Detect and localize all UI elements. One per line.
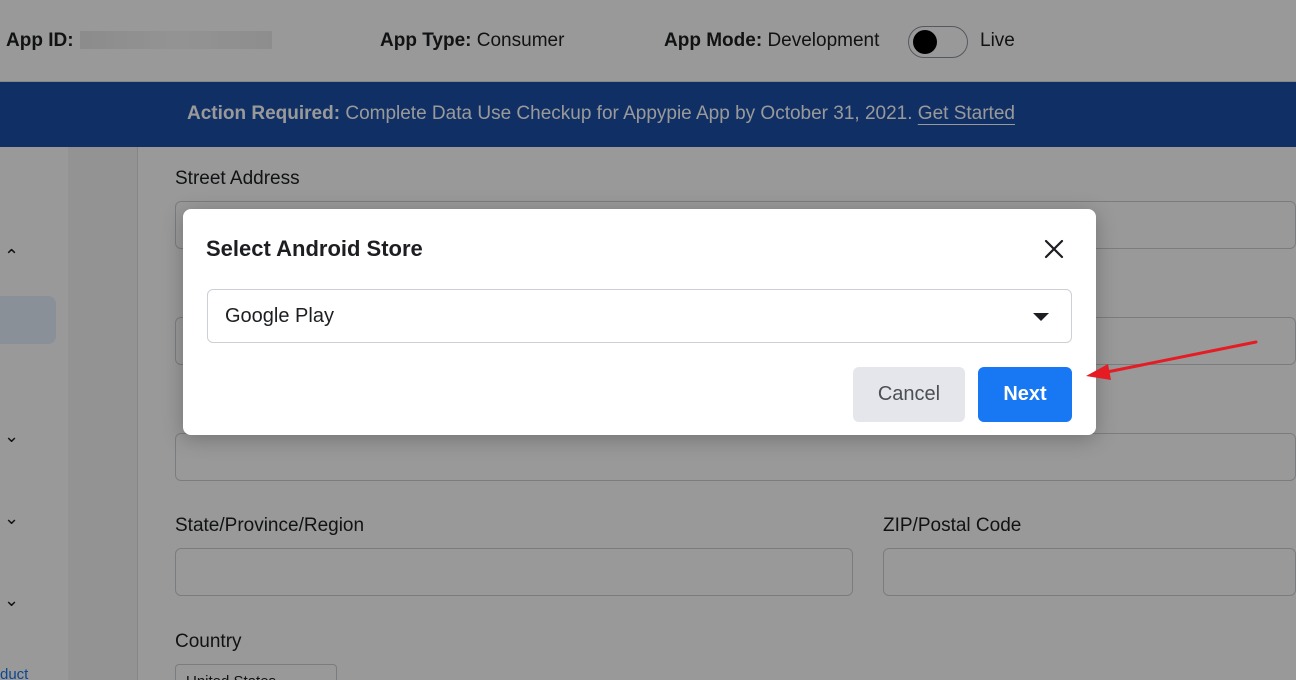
cancel-button[interactable]: Cancel xyxy=(853,367,965,422)
select-android-store-dialog: Select Android Store Google Play Cancel … xyxy=(183,209,1096,435)
dialog-title: Select Android Store xyxy=(206,236,423,261)
red-arrow-annotation xyxy=(1086,340,1258,380)
next-button[interactable]: Next xyxy=(978,367,1072,422)
close-icon[interactable] xyxy=(1042,237,1066,261)
caret-down-icon xyxy=(1033,313,1049,321)
store-select[interactable]: Google Play xyxy=(207,289,1072,343)
store-select-value: Google Play xyxy=(225,305,334,327)
